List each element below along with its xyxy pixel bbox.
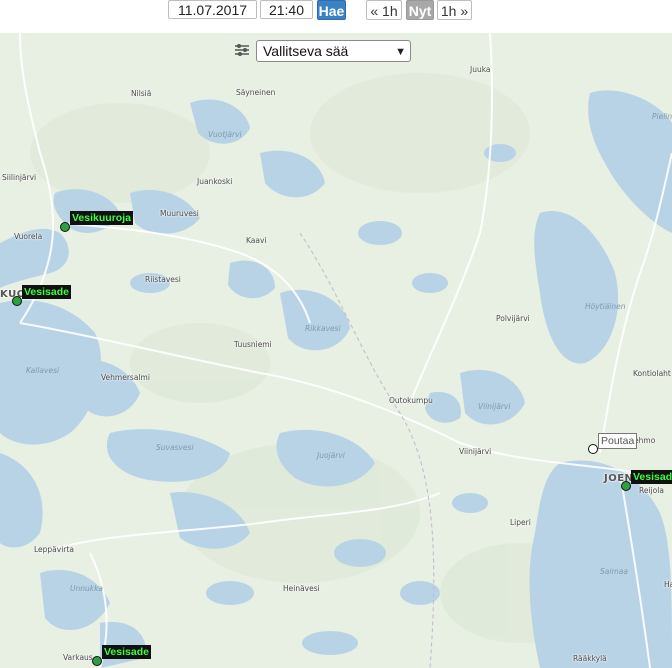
place-label: Riistavesi: [145, 275, 181, 284]
date-input[interactable]: 11.07.2017: [168, 0, 257, 19]
sliders-icon[interactable]: [234, 42, 250, 58]
previous-hour-button[interactable]: « 1h: [366, 0, 402, 20]
place-label: Ha: [664, 580, 672, 589]
place-label: Leppävirta: [34, 545, 74, 554]
place-label: Kallavesi: [26, 366, 60, 375]
place-label: Säyneinen: [236, 88, 276, 97]
place-label: Viinijärvi: [459, 447, 492, 456]
place-label: Nilsiä: [131, 89, 152, 98]
station-marker-joensuu[interactable]: [621, 481, 631, 491]
place-label: Polvijärvi: [496, 314, 530, 323]
station-marker-poutaa[interactable]: [588, 444, 598, 454]
place-label: Outokumpu: [389, 396, 433, 405]
time-input[interactable]: 21:40: [260, 0, 313, 19]
place-label: Pielin: [652, 112, 672, 121]
place-label: Unnukka: [70, 584, 104, 593]
fetch-button[interactable]: Hae: [317, 0, 346, 20]
weather-label-kuopio[interactable]: Vesisade: [22, 285, 71, 299]
place-label: Juuka: [470, 65, 491, 74]
place-label: Siilinjärvi: [2, 173, 37, 182]
layer-select-value: Vallitseva sää: [263, 43, 349, 59]
place-label: Kontiolaht: [633, 369, 671, 378]
place-label: Höytiäinen: [585, 302, 626, 311]
now-button[interactable]: Nyt: [406, 0, 434, 20]
place-label: Juojärvi: [317, 451, 345, 460]
place-label: Viinijärvi: [478, 402, 511, 411]
weather-label-varkaus[interactable]: Vesisade: [102, 645, 151, 659]
weather-map-app: 11.07.2017 21:40 Hae « 1h Nyt 1h » Valli…: [0, 0, 672, 668]
place-label: Rääkkylä: [573, 654, 607, 663]
place-label: Heinävesi: [283, 584, 320, 593]
next-hour-button[interactable]: 1h »: [437, 0, 472, 20]
place-label: Vehmersalmi: [101, 373, 150, 382]
place-label: Kaavi: [246, 236, 267, 245]
weather-label-poutaa[interactable]: Poutaa: [598, 433, 638, 449]
station-marker-kuopio[interactable]: [12, 296, 22, 306]
place-label: Muuruvesi: [160, 209, 199, 218]
weather-layer-select[interactable]: Vallitseva sää ▼: [256, 40, 411, 62]
time-controls: 11.07.2017 21:40 Hae « 1h Nyt 1h »: [0, 0, 672, 33]
place-label: Rikkavesi: [305, 324, 341, 333]
place-label: Suvasvesi: [156, 443, 194, 452]
weather-label-vesikuuroja[interactable]: Vesikuuroja: [70, 211, 133, 225]
place-label: Reijola: [639, 486, 664, 495]
map-canvas[interactable]: [0, 33, 672, 668]
station-marker-vesikuuroja[interactable]: [60, 222, 70, 232]
place-label: Vuotjärvi: [208, 130, 242, 139]
weather-label-joensuu[interactable]: Vesisade: [631, 470, 672, 484]
place-label: Saimaa: [600, 567, 628, 576]
place-label: Tuusniemi: [234, 340, 272, 349]
place-label: Varkaus: [63, 653, 93, 662]
station-marker-varkaus[interactable]: [92, 656, 102, 666]
chevron-down-icon: ▼: [395, 46, 406, 58]
map-basemap: [0, 33, 672, 668]
place-label: Vuorela: [14, 232, 43, 241]
place-label: Liperi: [510, 518, 531, 527]
place-label: Juankoski: [197, 177, 233, 186]
